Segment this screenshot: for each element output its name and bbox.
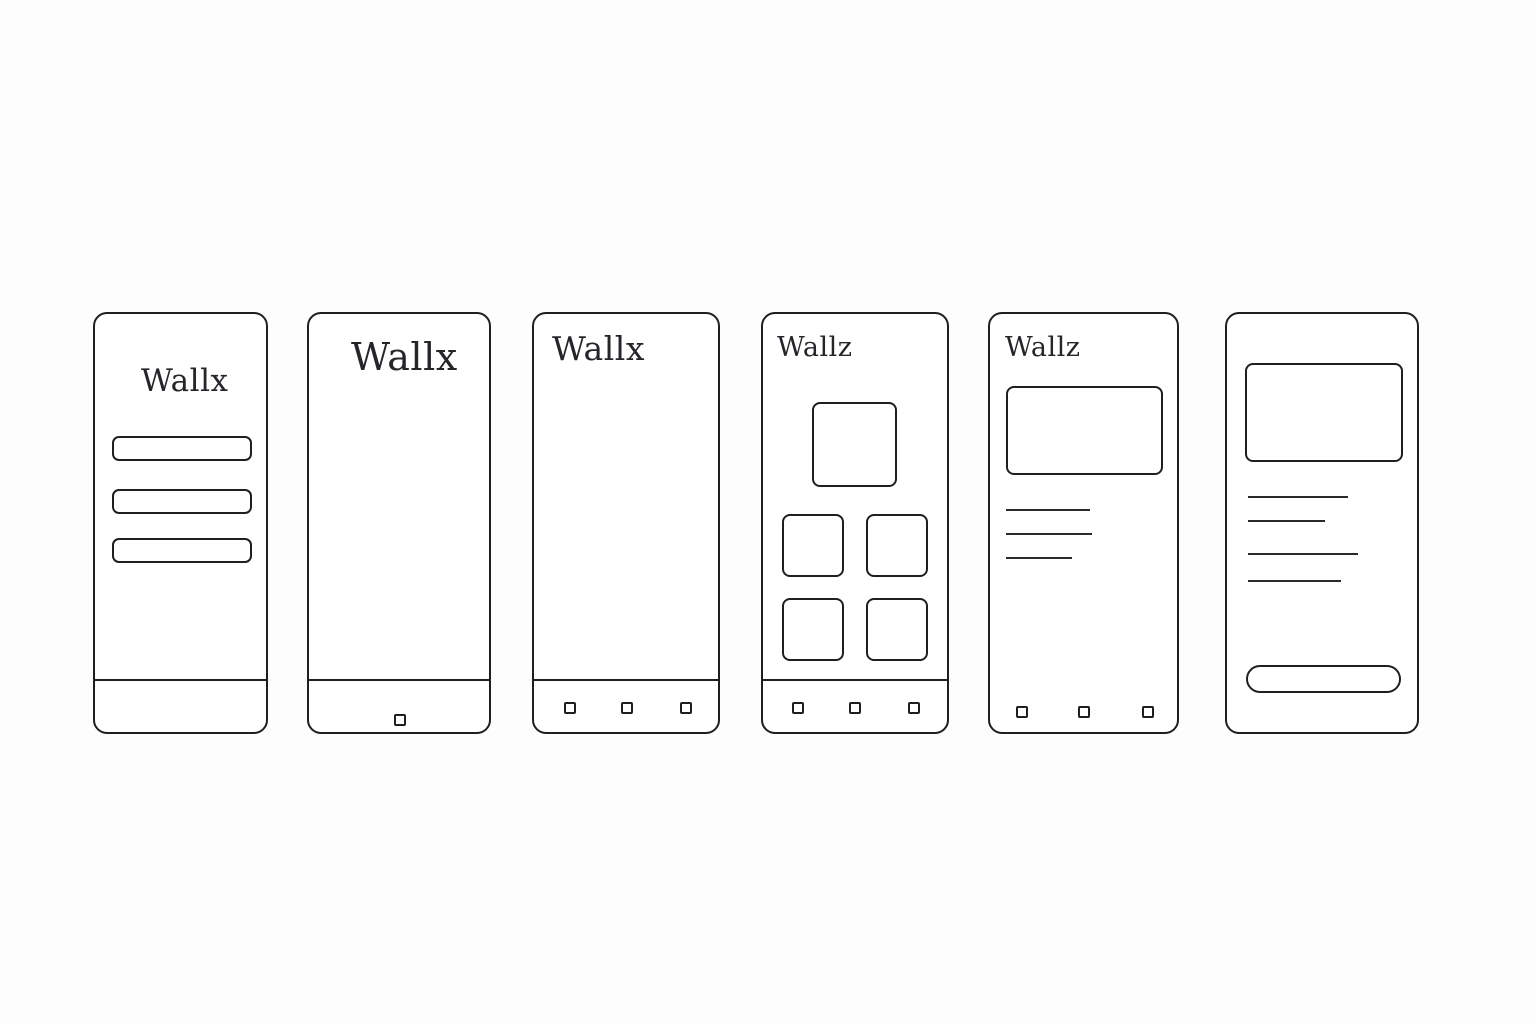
text-placeholder-line [1248,580,1341,582]
nav-home-icon[interactable] [792,702,804,714]
app-title: Wallz [777,332,853,363]
nav-profile-icon[interactable] [680,702,692,714]
app-title: Wallx [351,335,458,379]
login-button[interactable] [112,538,252,563]
phone-screen-home: Wallx [532,312,720,734]
text-placeholder-line [1006,557,1072,559]
username-field[interactable] [112,436,252,461]
wallpaper-tile[interactable] [782,598,844,661]
text-placeholder-line [1248,553,1358,555]
nav-profile-icon[interactable] [1142,706,1154,718]
wireframe-canvas: Wallx Wallx Wallx Wallz Wallz [0,0,1536,1024]
nav-explore-icon[interactable] [849,702,861,714]
password-field[interactable] [112,489,252,514]
footer-divider [309,679,489,681]
wallpaper-tile[interactable] [866,514,928,577]
wallpaper-tile[interactable] [782,514,844,577]
text-placeholder-line [1248,520,1325,522]
app-title: Wallx [141,363,229,399]
app-title: Wallz [1005,332,1081,363]
nav-home-icon[interactable] [1016,706,1028,718]
nav-home-icon[interactable] [564,702,576,714]
nav-explore-icon[interactable] [1078,706,1090,718]
phone-screen-grid: Wallz [761,312,949,734]
wallpaper-tile[interactable] [866,598,928,661]
text-placeholder-line [1006,533,1092,535]
text-placeholder-line [1006,509,1090,511]
phone-screen-splash: Wallx [307,312,491,734]
phone-screen-preview [1225,312,1419,734]
app-title: Wallx [552,329,645,368]
nav-explore-icon[interactable] [621,702,633,714]
footer-divider [95,679,266,681]
wallpaper-preview-image[interactable] [1006,386,1163,475]
phone-screen-detail: Wallz [988,312,1179,734]
featured-wallpaper-tile[interactable] [812,402,897,487]
bottom-nav-divider [763,679,947,681]
nav-profile-icon[interactable] [908,702,920,714]
bottom-nav-divider [534,679,718,681]
phone-screen-login: Wallx [93,312,268,734]
home-button-icon[interactable] [394,714,406,726]
apply-wallpaper-button[interactable] [1246,665,1401,693]
text-placeholder-line [1248,496,1348,498]
wallpaper-preview-image[interactable] [1245,363,1403,462]
